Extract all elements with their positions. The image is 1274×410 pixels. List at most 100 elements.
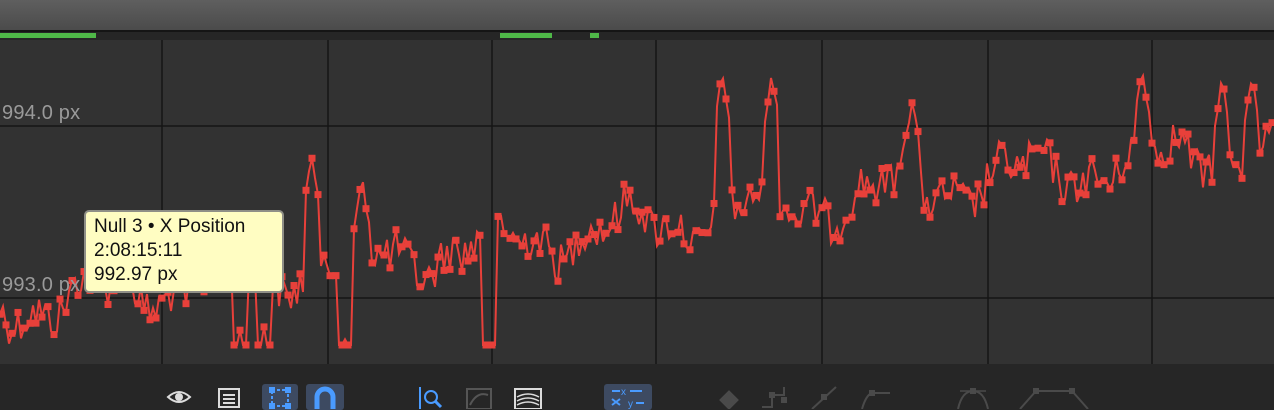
keyframe-marker[interactable] — [344, 341, 352, 349]
keyframe-marker[interactable] — [1208, 178, 1216, 186]
keyframe-marker[interactable] — [242, 341, 250, 349]
properties-list-icon[interactable] — [216, 384, 242, 410]
keyframe-marker[interactable] — [962, 186, 970, 194]
keyframe-marker[interactable] — [1076, 189, 1084, 197]
keyframe-marker[interactable] — [374, 244, 382, 252]
keyframe-marker[interactable] — [1172, 138, 1180, 146]
keyframe-marker[interactable] — [644, 206, 652, 214]
keyframe-marker[interactable] — [1010, 169, 1018, 177]
keyframe-marker[interactable] — [752, 191, 760, 199]
keyframe-marker[interactable] — [926, 213, 934, 221]
keyframe-marker[interactable] — [932, 189, 940, 197]
keyframe-marker[interactable] — [968, 192, 976, 200]
keyframe-marker[interactable] — [326, 272, 334, 280]
keyframe-marker[interactable] — [422, 271, 430, 279]
keyframe-marker[interactable] — [578, 238, 586, 246]
keyframe-marker[interactable] — [362, 205, 370, 213]
keyframe-marker[interactable] — [620, 180, 628, 188]
keyframe-marker[interactable] — [452, 236, 460, 244]
keyframe-marker[interactable] — [458, 267, 466, 275]
keyframe-marker[interactable] — [608, 222, 616, 230]
keyframe-marker[interactable] — [410, 251, 418, 259]
keyframe-marker[interactable] — [788, 213, 796, 221]
keyframe-marker[interactable] — [890, 191, 898, 199]
keyframe-marker[interactable] — [1160, 161, 1168, 169]
keyframe-marker[interactable] — [1016, 163, 1024, 171]
keyframe-marker[interactable] — [902, 131, 910, 139]
keyframe-marker[interactable] — [812, 219, 820, 227]
keyframe-marker[interactable] — [1130, 136, 1138, 144]
keyframe-marker[interactable] — [824, 202, 832, 210]
fit-all-graphs-icon[interactable] — [508, 384, 548, 410]
keyframe-marker[interactable] — [680, 240, 688, 248]
keyframe-marker[interactable] — [944, 192, 952, 200]
keyframe-marker[interactable] — [368, 259, 376, 267]
keyframe-marker[interactable] — [1124, 162, 1132, 170]
keyframe-marker[interactable] — [896, 162, 904, 170]
keyframe-marker[interactable] — [1142, 93, 1150, 101]
keyframe-marker[interactable] — [230, 341, 238, 349]
keyframe-marker[interactable] — [1244, 96, 1252, 104]
keyframe-marker[interactable] — [602, 229, 610, 237]
keyframe-marker[interactable] — [314, 191, 322, 199]
keyframe-marker[interactable] — [1106, 185, 1114, 193]
work-area-segment[interactable] — [0, 33, 96, 38]
keyframe-marker[interactable] — [866, 186, 874, 194]
keyframe-marker[interactable] — [524, 252, 532, 260]
keyframe-marker[interactable] — [1220, 85, 1228, 93]
keyframe-marker[interactable] — [872, 199, 880, 207]
keyframe-marker[interactable] — [146, 316, 154, 324]
keyframe-marker[interactable] — [530, 237, 538, 245]
keyframe-marker[interactable] — [1238, 174, 1246, 182]
keyframe-marker[interactable] — [818, 204, 826, 212]
keyframe-marker[interactable] — [908, 99, 916, 107]
separate-dimensions-icon[interactable]: xy — [604, 384, 652, 410]
keyframe-marker[interactable] — [20, 324, 28, 332]
graph-editor-area[interactable]: 994.0 px 993.0 px — [0, 40, 1274, 364]
keyframe-marker[interactable] — [794, 220, 802, 228]
keyframe-marker[interactable] — [1088, 155, 1096, 163]
keyframe-marker[interactable] — [290, 282, 298, 290]
work-area-segment[interactable] — [590, 33, 599, 38]
keyframe-marker[interactable] — [254, 341, 262, 349]
keyframe-marker[interactable] — [536, 249, 544, 257]
keyframe-marker[interactable] — [50, 331, 58, 339]
keyframe-marker[interactable] — [236, 326, 244, 334]
keyframe-marker[interactable] — [746, 183, 754, 191]
keyframe-marker[interactable] — [998, 141, 1006, 149]
keyframe-marker[interactable] — [44, 303, 52, 311]
keyframe-marker[interactable] — [590, 231, 598, 239]
keyframe-marker[interactable] — [1082, 191, 1090, 199]
keyframe-marker[interactable] — [134, 300, 142, 308]
keyframe-marker[interactable] — [518, 242, 526, 250]
keyframe-marker[interactable] — [878, 164, 886, 172]
easy-ease-out-icon[interactable] — [1016, 384, 1092, 410]
edit-keyframe-icon[interactable] — [716, 384, 742, 410]
keyframe-marker[interactable] — [182, 300, 190, 308]
keyframe-marker[interactable] — [674, 228, 682, 236]
keyframe-marker[interactable] — [566, 238, 574, 246]
keyframe-marker[interactable] — [710, 199, 718, 207]
keyframe-marker[interactable] — [1052, 152, 1060, 160]
keyframe-marker[interactable] — [776, 213, 784, 221]
keyframe-marker[interactable] — [1262, 122, 1270, 130]
keyframe-marker[interactable] — [1070, 173, 1078, 181]
keyframe-marker[interactable] — [1148, 139, 1156, 147]
keyframe-marker[interactable] — [1094, 180, 1102, 188]
keyframe-marker[interactable] — [296, 270, 304, 278]
keyframe-marker[interactable] — [266, 341, 274, 349]
keyframe-marker[interactable] — [986, 179, 994, 187]
keyframe-marker[interactable] — [854, 190, 862, 198]
keyframe-marker[interactable] — [698, 229, 706, 237]
keyframe-marker[interactable] — [1154, 159, 1162, 167]
keyframe-marker[interactable] — [398, 243, 406, 251]
keyframe-marker[interactable] — [1028, 145, 1036, 153]
fit-selection-icon[interactable] — [462, 384, 496, 410]
keyframe-marker[interactable] — [692, 227, 700, 235]
keyframe-marker[interactable] — [104, 300, 112, 308]
keyframe-marker[interactable] — [668, 230, 676, 238]
keyframe-marker[interactable] — [662, 215, 670, 223]
keyframe-marker[interactable] — [26, 319, 34, 327]
keyframe-marker[interactable] — [734, 201, 742, 209]
keyframe-marker[interactable] — [1232, 161, 1240, 169]
